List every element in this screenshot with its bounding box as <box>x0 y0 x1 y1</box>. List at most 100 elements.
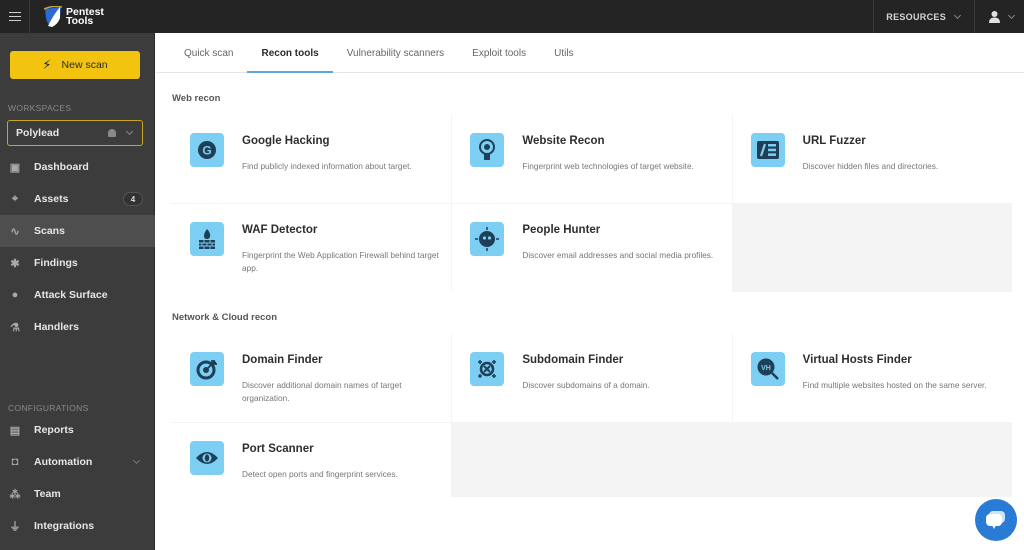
sidebar-item-dashboard[interactable]: ▣ Dashboard <box>0 151 155 183</box>
sidebar: ⚡︎ New scan WORKSPACES Polylead ▣ Dashboar… <box>0 33 155 550</box>
config-nav: ▤ Reports ◘ Automation ⁂ Team ⏚ Integrations <box>0 414 155 542</box>
firewall-icon <box>190 222 224 256</box>
logo[interactable]: Pentest Tools <box>44 5 104 28</box>
tool-card-domain-finder[interactable]: Domain Finder Discover additional domain… <box>172 334 452 422</box>
tab-recon-tools[interactable]: Recon tools <box>247 33 333 73</box>
chevron-down-icon <box>125 127 134 136</box>
tool-card-port-scanner[interactable]: Port Scanner Detect open ports and finge… <box>172 423 452 497</box>
svg-text:G: G <box>202 144 211 158</box>
sidebar-item-label: Assets <box>34 193 69 205</box>
plug-icon: ⏚ <box>9 521 21 533</box>
new-scan-label: New scan <box>61 59 108 71</box>
assets-count-badge: 4 <box>123 192 143 206</box>
group-title-network-cloud-recon: Network & Cloud recon <box>172 312 278 323</box>
user-icon <box>989 10 1000 23</box>
tool-card-subdomain-finder[interactable]: Subdomain Finder Discover subdomains of … <box>452 334 732 422</box>
tool-title: Subdomain Finder <box>522 354 624 366</box>
tab-quick-scan[interactable]: Quick scan <box>170 33 247 73</box>
compass-icon: ● <box>11 289 19 301</box>
eye-icon <box>190 441 224 475</box>
web-recon-grid: G Google Hacking Find publicly indexed i… <box>172 115 1012 292</box>
team-icon: ⁂ <box>9 488 21 501</box>
hamburger-icon <box>8 15 21 18</box>
sidebar-item-attack-surface[interactable]: ● Attack Surface <box>0 279 155 311</box>
main-nav: ▣ Dashboard ⌖ Assets 4 ∿ Scans ✱ Findings ● At… <box>0 151 155 343</box>
sidebar-item-label: Handlers <box>34 321 79 333</box>
subdomain-finder-icon <box>470 352 505 386</box>
tool-description: Find publicly indexed information about … <box>242 161 412 171</box>
sidebar-item-label: Attack Surface <box>34 289 108 301</box>
tool-title: Port Scanner <box>242 443 314 455</box>
tool-description: Fingerprint web technologies of target w… <box>522 161 694 171</box>
tool-description: Discover additional domain names of targ… <box>242 380 402 403</box>
sidebar-item-reports[interactable]: ▤ Reports <box>0 414 155 446</box>
tool-card-website-recon[interactable]: Website Recon Fingerprint web technologi… <box>452 115 732 203</box>
reports-icon: ▤ <box>9 424 21 437</box>
chat-icon <box>986 511 1005 529</box>
user-menu[interactable] <box>974 0 1024 33</box>
tool-description: Detect open ports and fingerprint servic… <box>242 469 398 479</box>
google-icon: G <box>190 133 224 167</box>
tab-exploit-tools[interactable]: Exploit tools <box>458 33 540 73</box>
sidebar-item-team[interactable]: ⁂ Team <box>0 478 155 510</box>
sidebar-item-label: Reports <box>34 424 74 436</box>
workspace-selector[interactable]: Polylead <box>7 120 143 146</box>
tool-description: Discover subdomains of a domain. <box>522 380 650 390</box>
vh-icon-text: VH <box>761 365 771 372</box>
empty-grid-cell <box>452 423 732 497</box>
logo-text-line2: Tools <box>66 14 94 27</box>
crosshair-icon: ⌖ <box>11 192 19 205</box>
chat-support-button[interactable] <box>975 499 1017 541</box>
robot-icon: ◘ <box>11 456 19 468</box>
sidebar-item-label: Team <box>34 488 61 500</box>
chevron-down-icon <box>132 456 141 465</box>
tool-title: URL Fuzzer <box>802 135 866 147</box>
sidebar-item-label: Findings <box>34 257 78 269</box>
sidebar-item-findings[interactable]: ✱ Findings <box>0 247 155 279</box>
tool-description: Find multiple websites hosted on the sam… <box>802 380 987 390</box>
tool-card-url-fuzzer[interactable]: URL Fuzzer Discover hidden files and dir… <box>732 115 1012 203</box>
sidebar-item-integrations[interactable]: ⏚ Integrations <box>0 510 155 542</box>
tool-card-virtual-hosts-finder[interactable]: VH Virtual Hosts Finder Find multiple we… <box>732 334 1012 422</box>
tool-title: Virtual Hosts Finder <box>802 354 912 366</box>
tab-vulnerability-scanners[interactable]: Vulnerability scanners <box>333 33 458 73</box>
new-scan-button[interactable]: ⚡︎ New scan <box>10 51 140 79</box>
bug-icon: ✱ <box>10 257 20 270</box>
sidebar-item-automation[interactable]: ◘ Automation <box>0 446 155 478</box>
dashboard-icon: ▣ <box>9 161 21 174</box>
virtual-hosts-icon: VH <box>750 352 785 386</box>
tool-card-people-hunter[interactable]: People Hunter Discover email addresses a… <box>452 204 732 292</box>
sidebar-item-label: Automation <box>34 456 93 468</box>
resources-menu[interactable]: RESOURCES <box>873 0 974 33</box>
tool-description: Discover hidden files and directories. <box>802 161 939 171</box>
flask-icon: ⚗︎ <box>10 321 20 334</box>
tab-utils[interactable]: Utils <box>540 33 587 73</box>
chevron-down-icon <box>953 11 962 19</box>
empty-grid-cell <box>732 204 1012 292</box>
url-fuzzer-icon <box>750 133 785 167</box>
workspaces-heading: WORKSPACES <box>8 103 72 113</box>
tool-title: WAF Detector <box>242 224 318 236</box>
tool-title: Google Hacking <box>242 135 330 147</box>
chevron-down-icon <box>1007 11 1016 19</box>
tool-description: Fingerprint the Web Application Firewall… <box>242 250 439 273</box>
menu-button[interactable] <box>0 0 30 33</box>
tool-card-waf-detector[interactable]: WAF Detector Fingerprint the Web Applica… <box>172 204 452 292</box>
lightning-icon: ⚡︎ <box>42 57 52 72</box>
sidebar-item-scans[interactable]: ∿ Scans <box>0 215 155 247</box>
top-bar: Pentest Tools RESOURCES <box>0 0 1024 33</box>
sidebar-item-handlers[interactable]: ⚗︎ Handlers <box>0 311 155 343</box>
pulse-icon: ∿ <box>10 225 20 238</box>
main-content: Quick scan Recon tools Vulnerability sca… <box>156 33 1024 550</box>
network-recon-grid: Domain Finder Discover additional domain… <box>172 334 1012 497</box>
website-recon-icon <box>470 133 505 167</box>
resources-label: RESOURCES <box>886 11 946 22</box>
configurations-heading: CONFIGURATIONS <box>8 403 89 413</box>
sidebar-item-assets[interactable]: ⌖ Assets 4 <box>0 183 155 215</box>
people-hunter-icon <box>470 222 505 256</box>
shield-logo-icon <box>44 5 62 27</box>
sidebar-item-label: Integrations <box>34 520 95 532</box>
tool-card-google-hacking[interactable]: G Google Hacking Find publicly indexed i… <box>172 115 452 203</box>
tool-title: Website Recon <box>522 135 605 147</box>
tool-tabs: Quick scan Recon tools Vulnerability sca… <box>156 33 1024 73</box>
